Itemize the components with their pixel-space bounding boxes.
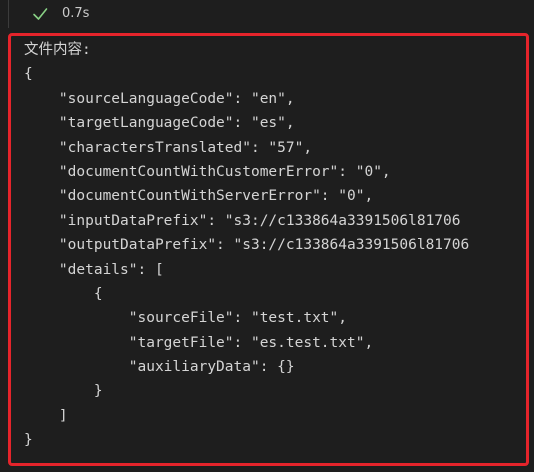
output-line: }: [24, 432, 33, 449]
output-line: "documentCountWithCustomerError": "0",: [24, 163, 391, 180]
output-line: "charactersTranslated": "57",: [24, 139, 313, 156]
output-line: "details": [: [24, 261, 164, 278]
output-line: "auxiliaryData": {}: [24, 359, 295, 376]
output-line: {: [24, 285, 103, 302]
output-header: 文件内容:: [24, 42, 91, 58]
output-line: "targetLanguageCode": "es",: [24, 115, 295, 132]
output-text: 文件内容: { "sourceLanguageCode": "en", "targ…: [24, 38, 524, 453]
cell-status-bar: 0.7s: [0, 0, 534, 28]
output-line: }: [24, 383, 103, 400]
output-line: ]: [24, 407, 68, 424]
output-line: "sourceLanguageCode": "en",: [24, 90, 295, 107]
output-line: "outputDataPrefix": "s3://c133864a339150…: [24, 237, 470, 254]
output-line: "targetFile": "es.test.txt",: [24, 334, 374, 351]
output-line: {: [24, 66, 33, 83]
output-line: "documentCountWithServerError": "0",: [24, 188, 374, 205]
cell-edge-divider: [0, 0, 9, 28]
output-line: "inputDataPrefix": "s3://c133864a3391506…: [24, 212, 461, 229]
check-icon: [30, 4, 50, 24]
output-line: "sourceFile": "test.txt",: [24, 310, 348, 327]
execution-time: 0.7s: [62, 6, 90, 21]
